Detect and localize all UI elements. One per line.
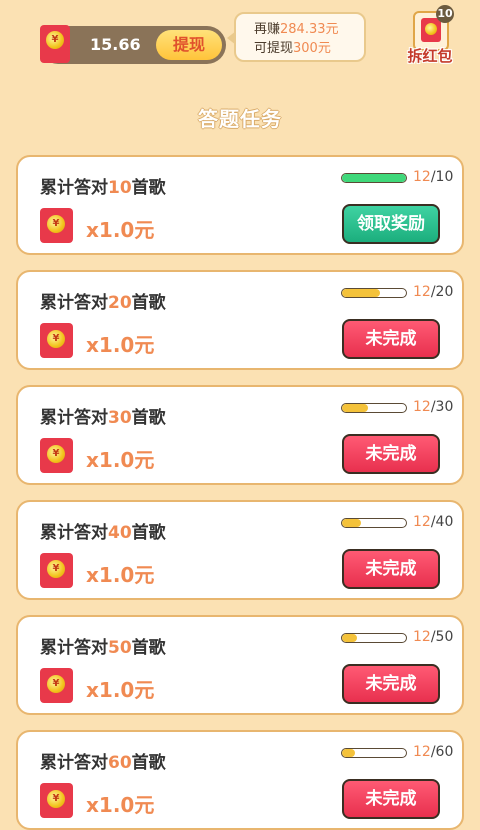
task-reward: x1.0元 [86,218,155,242]
open-red-packet-button[interactable]: 10 拆红包 [407,5,454,65]
task-title-prefix: 累计答对 [40,293,108,313]
coin-icon: ¥ [47,790,65,808]
task-card: 累计答对50首歌 ¥ x1.0元 12/50 未完成 [16,615,464,715]
task-progress-current: 12 [413,399,431,415]
task-card: 累计答对10首歌 ¥ x1.0元 12/10 领取奖励 [16,155,464,255]
task-progress-fill [342,634,358,642]
task-progress-fill [342,749,355,757]
task-title-prefix: 累计答对 [40,523,108,543]
task-title: 累计答对20首歌 [40,288,166,313]
task-progress-text: 12/10 [413,169,453,185]
task-target-count: 60 [108,753,132,773]
task-title-suffix: 首歌 [131,408,166,428]
task-progress-text: 12/30 [413,399,453,415]
task-title-suffix: 首歌 [131,638,166,658]
task-title-suffix: 首歌 [131,293,166,313]
task-title: 累计答对10首歌 [40,173,166,198]
task-card: 累计答对40首歌 ¥ x1.0元 12/40 未完成 [16,500,464,600]
task-title: 累计答对50首歌 [40,633,166,658]
incomplete-button[interactable]: 未完成 [342,319,440,359]
coin-icon: ¥ [47,215,65,233]
task-target-count: 50 [108,638,132,658]
task-progress-bar [341,403,407,413]
task-reward: x1.0元 [86,793,155,817]
incomplete-button[interactable]: 未完成 [342,434,440,474]
task-reward: x1.0元 [86,448,155,472]
wallet-bar: ¥ 15.66 提现 [40,25,226,64]
task-title-suffix: 首歌 [131,753,166,773]
coin-icon: ¥ [46,31,64,49]
red-envelope-icon: ¥ [40,323,73,358]
task-card: 累计答对20首歌 ¥ x1.0元 12/20 未完成 [16,270,464,370]
coin-icon: ¥ [47,445,65,463]
incomplete-button[interactable]: 未完成 [342,779,440,819]
task-target-count: 40 [108,523,132,543]
task-progress-bar [341,633,407,643]
page-title: 答题任务 [198,107,282,131]
task-title: 累计答对60首歌 [40,748,166,773]
red-envelope-icon: ¥ [40,438,73,473]
task-title-prefix: 累计答对 [40,753,108,773]
red-envelope-icon: ¥ [40,25,70,63]
task-progress-text: 12/40 [413,514,453,530]
task-progress-current: 12 [413,744,431,760]
task-title-prefix: 累计答对 [40,408,108,428]
task-progress-total: /30 [430,399,454,415]
task-title-suffix: 首歌 [131,523,166,543]
task-progress-total: /40 [430,514,454,530]
task-title: 累计答对40首歌 [40,518,166,543]
red-packet-count-badge: 10 [436,5,454,23]
task-progress-current: 12 [413,514,431,530]
claim-reward-button[interactable]: 领取奖励 [342,204,440,244]
withdrawable-label: 可提现 [254,41,294,56]
task-progress-text: 12/50 [413,629,453,645]
withdrawable-value: 300元 [293,41,331,56]
coin-icon: ¥ [47,675,65,693]
task-progress-current: 12 [413,284,431,300]
task-progress-total: /60 [430,744,454,760]
earn-more-value: 284.33元 [280,22,339,37]
red-envelope-icon: ¥ [40,668,73,703]
task-reward: x1.0元 [86,333,155,357]
task-title: 累计答对30首歌 [40,403,166,428]
task-card: 累计答对30首歌 ¥ x1.0元 12/30 未完成 [16,385,464,485]
task-progress-bar [341,748,407,758]
earnings-tip-bubble: 再赚284.33元 可提现300元 [227,12,366,62]
task-progress-total: /20 [430,284,454,300]
task-target-count: 30 [108,408,132,428]
incomplete-button[interactable]: 未完成 [342,664,440,704]
task-title-prefix: 累计答对 [40,638,108,658]
task-progress-text: 12/60 [413,744,453,760]
incomplete-button[interactable]: 未完成 [342,549,440,589]
task-title-suffix: 首歌 [131,178,166,198]
red-packet-label: 拆红包 [407,47,453,65]
task-progress-current: 12 [413,629,431,645]
task-progress-current: 12 [413,169,431,185]
task-reward: x1.0元 [86,678,155,702]
wallet-balance: 15.66 [90,35,141,54]
red-envelope-icon: ¥ [40,783,73,818]
task-progress-bar [341,288,407,298]
task-progress-fill [342,404,368,412]
task-progress-total: /50 [430,629,454,645]
task-progress-fill [342,519,362,527]
red-envelope-icon: ¥ [40,208,73,243]
task-reward: x1.0元 [86,563,155,587]
task-progress-bar [341,173,407,183]
task-progress-fill [342,174,406,182]
withdraw-button[interactable]: 提现 [156,30,222,60]
red-envelope-icon: ¥ [40,553,73,588]
task-progress-bar [341,518,407,528]
task-progress-total: /10 [430,169,454,185]
coin-icon: ¥ [47,560,65,578]
task-card: 累计答对60首歌 ¥ x1.0元 12/60 未完成 [16,730,464,830]
task-progress-text: 12/20 [413,284,453,300]
coin-icon: ¥ [47,330,65,348]
task-title-prefix: 累计答对 [40,178,108,198]
task-target-count: 10 [108,178,132,198]
task-target-count: 20 [108,293,132,313]
earn-more-label: 再赚 [254,22,281,37]
task-progress-fill [342,289,381,297]
